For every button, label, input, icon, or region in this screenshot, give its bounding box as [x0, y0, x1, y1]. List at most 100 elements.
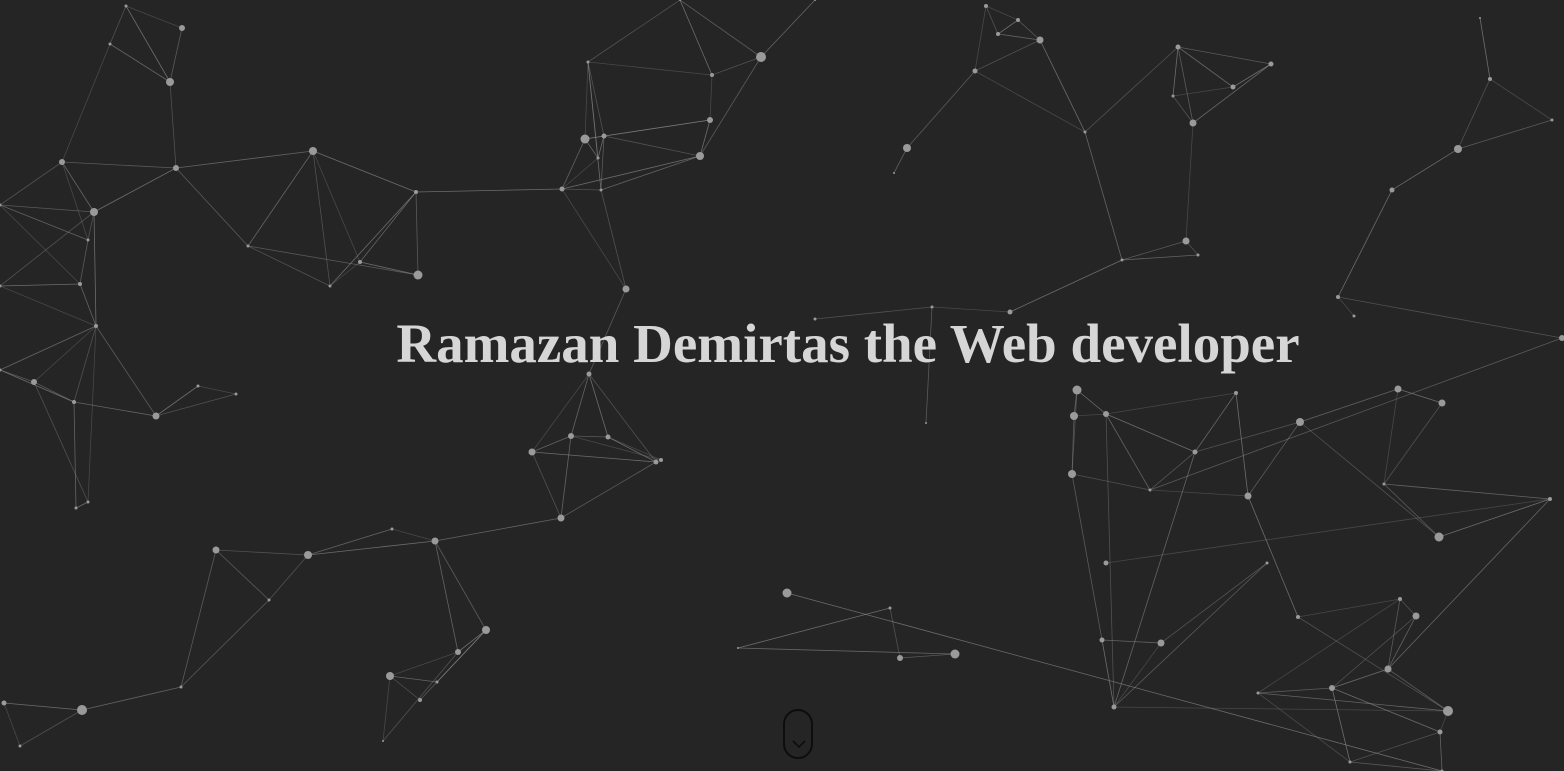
network-node: [1157, 639, 1165, 647]
network-link: [247, 245, 331, 287]
network-node: [1394, 385, 1402, 393]
network-link: [588, 373, 609, 438]
network-link: [561, 188, 627, 290]
network-link: [1160, 562, 1268, 644]
network-link: [175, 150, 314, 169]
network-link: [215, 549, 270, 601]
network-node: [1336, 295, 1340, 299]
network-link: [359, 261, 419, 276]
network-link: [436, 629, 487, 683]
network-node: [435, 680, 439, 684]
network-link: [1383, 483, 1440, 538]
network-link: [1247, 421, 1301, 497]
network-node: [813, 317, 817, 321]
network-link: [699, 56, 762, 157]
network-link: [997, 33, 1041, 41]
network-link: [893, 147, 908, 174]
network-link: [3, 702, 83, 711]
network-link: [33, 381, 89, 503]
network-node: [86, 238, 90, 242]
network-link: [1177, 46, 1234, 88]
network-node: [950, 649, 960, 659]
network-link: [155, 385, 199, 417]
network-link: [737, 607, 891, 649]
network-link: [0, 204, 81, 285]
network-node: [179, 685, 183, 689]
network-node: [1296, 615, 1300, 619]
network-node: [605, 434, 611, 440]
network-link: [1439, 731, 1443, 771]
network-node: [1068, 470, 1076, 478]
network-node: [1103, 560, 1109, 566]
network-node: [1488, 77, 1492, 81]
network-node: [1479, 17, 1481, 19]
network-node: [893, 172, 895, 174]
network-node: [528, 448, 536, 456]
network-node: [1398, 597, 1402, 601]
network-link: [215, 549, 309, 556]
network-node: [1230, 84, 1236, 90]
network-node: [1412, 612, 1420, 620]
network-node: [984, 4, 988, 8]
network-node: [390, 527, 394, 531]
network-link: [603, 135, 701, 157]
network-node: [1437, 729, 1443, 735]
network-node: [173, 165, 179, 171]
network-link: [1084, 131, 1123, 261]
network-link: [1101, 639, 1162, 644]
network-link: [1192, 63, 1272, 124]
network-node: [622, 285, 630, 293]
network-link: [587, 61, 713, 76]
network-link: [391, 528, 436, 542]
network-node: [1120, 258, 1124, 262]
network-link: [1105, 413, 1115, 708]
network-link: [889, 607, 901, 659]
network-node: [1070, 412, 1078, 420]
network-node: [737, 647, 739, 649]
network-node: [1296, 418, 1304, 426]
network-node: [1171, 94, 1175, 98]
network-node: [903, 144, 911, 152]
network-node: [707, 117, 713, 123]
network-node: [1454, 145, 1462, 153]
network-link: [1299, 421, 1440, 538]
network-link: [974, 5, 987, 72]
network-link: [329, 261, 361, 287]
network-link: [1009, 259, 1123, 313]
network-node: [482, 626, 490, 634]
network-link: [1383, 483, 1551, 500]
network-link: [1457, 78, 1491, 150]
network-link: [3, 702, 21, 747]
network-link: [247, 245, 419, 276]
network-node: [653, 459, 659, 465]
network-link: [61, 161, 95, 213]
network-link: [73, 401, 77, 509]
network-link: [1337, 189, 1393, 298]
network-link: [1235, 392, 1249, 497]
network-link: [570, 373, 590, 437]
network-link: [359, 191, 417, 263]
network-node: [1083, 130, 1087, 134]
network-link: [0, 211, 95, 287]
network-link: [180, 549, 217, 688]
network-link: [307, 540, 436, 556]
network-link: [197, 385, 237, 395]
network-node: [1, 700, 7, 706]
network-link: [109, 43, 171, 83]
network-link: [1399, 598, 1417, 617]
network-link: [711, 56, 762, 76]
network-link: [1257, 692, 1449, 712]
network-node: [1111, 704, 1117, 710]
network-node: [580, 134, 590, 144]
network-node: [413, 270, 423, 280]
network-link: [1387, 668, 1449, 712]
network-link: [1257, 598, 1401, 694]
network-node: [0, 368, 2, 372]
network-link: [61, 43, 111, 163]
network-link: [974, 70, 1086, 133]
network-node: [1099, 637, 1105, 643]
network-link: [1331, 668, 1389, 689]
network-link: [81, 686, 182, 711]
scroll-down-button[interactable]: [783, 709, 813, 759]
network-link: [607, 436, 657, 463]
